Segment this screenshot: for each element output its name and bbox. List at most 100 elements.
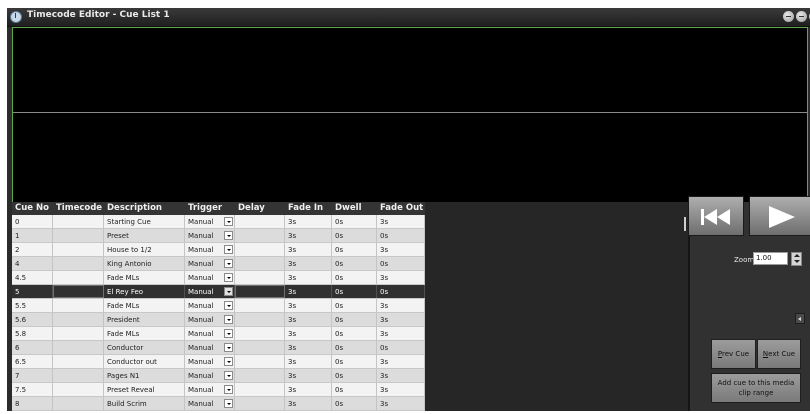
table-row[interactable]: 4.5 Fade MLs Manual 3s 0s 3s [12,271,425,285]
playhead-marker[interactable] [684,217,686,231]
table-row[interactable]: 5.8 Fade MLs Manual 3s 0s 3s [12,327,425,341]
cell-delay[interactable] [235,271,285,284]
cell-fade-in[interactable]: 3s [285,383,332,396]
cell-fade-in[interactable]: 3s [285,229,332,242]
table-row[interactable]: 8 Build Scrim Manual 3s 0s 3s [12,397,425,411]
trigger-dropdown-icon[interactable] [224,371,233,380]
cell-timecode[interactable] [53,271,104,284]
prev-cue-button[interactable]: Prev Cue [711,339,756,369]
cell-dwell[interactable]: 0s [332,285,377,298]
cell-trigger[interactable]: Manual [185,341,235,354]
header-trigger[interactable]: Trigger [185,202,235,215]
title-bar[interactable]: Timecode Editor - Cue List 1 [7,8,810,27]
trigger-dropdown-icon[interactable] [224,385,233,394]
cell-fade-in[interactable]: 3s [285,341,332,354]
cell-trigger[interactable]: Manual [185,229,235,242]
trigger-dropdown-icon[interactable] [224,259,233,268]
table-row[interactable]: 7 Pages N1 Manual 3s 0s 3s [12,369,425,383]
cell-fade-in[interactable]: 3s [285,355,332,368]
cell-delay[interactable] [235,327,285,340]
header-description[interactable]: Description [104,202,185,215]
cell-description[interactable]: House to 1/2 [104,243,185,256]
cell-cue-no[interactable]: 5.8 [12,327,53,340]
cell-trigger[interactable]: Manual [185,383,235,396]
cell-trigger[interactable]: Manual [185,257,235,270]
cell-delay[interactable] [235,397,285,410]
cell-description[interactable]: Fade MLs [104,271,185,284]
cell-cue-no[interactable]: 8 [12,397,53,410]
next-cue-button[interactable]: Next Cue [757,339,801,369]
cell-dwell[interactable]: 0s [332,215,377,228]
table-row[interactable]: 0 Starting Cue Manual 3s 0s 3s [12,215,425,229]
cell-timecode[interactable] [53,243,104,256]
maximize-icon[interactable] [796,11,807,22]
cell-fade-in[interactable]: 3s [285,313,332,326]
cell-description[interactable]: Conductor out [104,355,185,368]
cell-cue-no[interactable]: 2 [12,243,53,256]
cell-fade-in[interactable]: 3s [285,369,332,382]
cell-dwell[interactable]: 0s [332,341,377,354]
cell-fade-in[interactable]: 3s [285,243,332,256]
cell-cue-no[interactable]: 4.5 [12,271,53,284]
cell-trigger[interactable]: Manual [185,327,235,340]
cell-description[interactable]: Conductor [104,341,185,354]
header-fade-in[interactable]: Fade In [285,202,332,215]
cell-description[interactable]: Pages N1 [104,369,185,382]
cell-timecode[interactable] [53,369,104,382]
trigger-dropdown-icon[interactable] [224,301,233,310]
rewind-button[interactable] [688,196,744,236]
zoom-spinner[interactable] [791,252,802,266]
cell-description[interactable]: President [104,313,185,326]
cell-timecode[interactable] [53,215,104,228]
cell-cue-no[interactable]: 7.5 [12,383,53,396]
cell-fade-out[interactable]: 0s [377,229,425,242]
cell-timecode[interactable] [53,257,104,270]
cell-trigger[interactable]: Manual [185,369,235,382]
table-row[interactable]: 2 House to 1/2 Manual 3s 0s 3s [12,243,425,257]
table-row[interactable]: 5.6 President Manual 3s 0s 3s [12,313,425,327]
cell-fade-out[interactable]: 0s [377,341,425,354]
cell-description[interactable]: Starting Cue [104,215,185,228]
header-cue-no[interactable]: Cue No [12,202,53,215]
play-button[interactable] [749,196,810,236]
cell-delay[interactable] [235,257,285,270]
table-row[interactable]: 6.5 Conductor out Manual 3s 0s 3s [12,355,425,369]
cell-timecode[interactable] [53,229,104,242]
trigger-dropdown-icon[interactable] [224,245,233,254]
header-timecode[interactable]: Timecode [53,202,104,215]
trigger-dropdown-icon[interactable] [224,329,233,338]
cell-timecode[interactable] [53,285,104,298]
cell-cue-no[interactable]: 7 [12,369,53,382]
header-delay[interactable]: Delay [235,202,285,215]
cell-trigger[interactable]: Manual [185,243,235,256]
cell-delay[interactable] [235,243,285,256]
cell-trigger[interactable]: Manual [185,313,235,326]
zoom-input[interactable]: 1.00 [753,252,788,265]
cell-delay[interactable] [235,215,285,228]
cell-dwell[interactable]: 0s [332,369,377,382]
cell-dwell[interactable]: 0s [332,355,377,368]
cell-trigger[interactable]: Manual [185,299,235,312]
cell-delay[interactable] [235,341,285,354]
cell-cue-no[interactable]: 5 [12,285,53,298]
cell-fade-out[interactable]: 3s [377,271,425,284]
scroll-left-arrow-icon[interactable] [795,313,805,324]
cell-cue-no[interactable]: 5.6 [12,313,53,326]
cell-fade-out[interactable]: 3s [377,299,425,312]
cell-cue-no[interactable]: 5.5 [12,299,53,312]
cell-cue-no[interactable]: 0 [12,215,53,228]
cell-fade-out[interactable]: 3s [377,313,425,326]
cell-description[interactable]: Preset Reveal [104,383,185,396]
cell-delay[interactable] [235,299,285,312]
cell-dwell[interactable]: 0s [332,229,377,242]
cell-dwell[interactable]: 0s [332,299,377,312]
cell-trigger[interactable]: Manual [185,355,235,368]
table-row[interactable]: 6 Conductor Manual 3s 0s 0s [12,341,425,355]
cell-description[interactable]: Fade MLs [104,299,185,312]
cell-fade-out[interactable]: 3s [377,355,425,368]
cell-fade-in[interactable]: 3s [285,327,332,340]
trigger-dropdown-icon[interactable] [224,287,233,296]
cell-delay[interactable] [235,313,285,326]
cell-dwell[interactable]: 0s [332,383,377,396]
trigger-dropdown-icon[interactable] [224,343,233,352]
